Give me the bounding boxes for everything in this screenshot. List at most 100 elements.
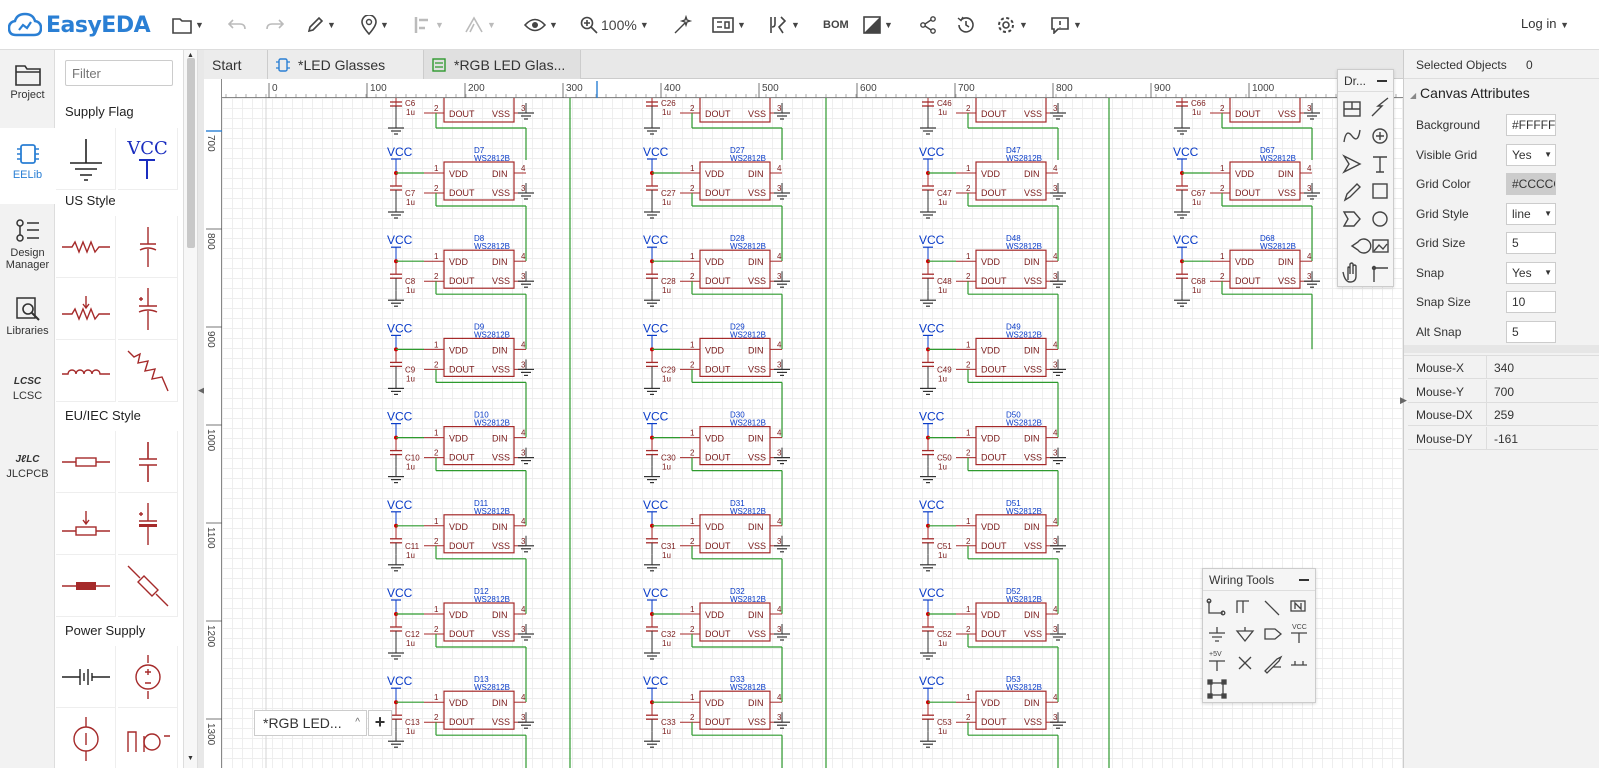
theme-menu-button[interactable]: ▼: [863, 12, 893, 38]
capacitor-value: 1u: [406, 108, 415, 117]
polarized-capacitor-eu-symbol[interactable]: [118, 493, 178, 555]
capacitor-designator: C8: [405, 277, 416, 286]
library-scrollbar[interactable]: ▲ ▼: [184, 50, 198, 768]
rail-item-design-manager[interactable]: Design Manager: [0, 218, 55, 280]
tab-led-glasses[interactable]: *LED Glasses: [268, 50, 424, 79]
edit-menu-button[interactable]: ▼: [306, 12, 336, 38]
ruler-label: 700: [958, 83, 975, 94]
bom-button[interactable]: BOM: [823, 12, 849, 38]
current-source-symbol[interactable]: [56, 708, 116, 768]
add-sheet-button[interactable]: +: [368, 710, 392, 736]
resistor-us-symbol[interactable]: [56, 216, 116, 278]
ac-source-symbol[interactable]: [118, 708, 178, 768]
help-menu-button[interactable]: ▼: [1050, 12, 1082, 38]
tab-rgb-led-glasses[interactable]: *RGB LED Glas...: [424, 50, 581, 79]
design-check-button[interactable]: [673, 12, 693, 38]
library-filter-input[interactable]: [65, 60, 173, 86]
layout-menu-button[interactable]: ▼: [712, 12, 746, 38]
potentiometer-eu-symbol[interactable]: [56, 493, 116, 555]
minimize-icon[interactable]: [1377, 80, 1387, 82]
led-part-number: WS2812B: [474, 154, 510, 163]
wiring-tools-grid[interactable]: +5V VCC: [1203, 591, 1317, 703]
view-menu-button[interactable]: ▼: [524, 12, 558, 38]
pin-number: 4: [521, 252, 526, 261]
pin-number: 3: [1307, 184, 1312, 193]
attr-value-field[interactable]: 10: [1506, 291, 1556, 313]
tools-menu-button[interactable]: ▼: [768, 12, 800, 38]
thermistor-us-symbol[interactable]: [118, 340, 178, 402]
battery-symbol[interactable]: [56, 646, 116, 708]
canvas-origin-icon: [1373, 267, 1388, 282]
ruler-label: 1300: [205, 723, 216, 746]
inductor-us-symbol[interactable]: [56, 340, 116, 402]
scroll-down-icon[interactable]: ▼: [187, 755, 194, 762]
place-menu-button[interactable]: ▼: [361, 12, 389, 38]
eelib-library-panel: Supply Flag VCC US Style EU/IEC Style: [56, 50, 184, 768]
polarized-capacitor-us-symbol[interactable]: [118, 278, 178, 340]
zoom-in-icon: [580, 16, 598, 34]
attr-value-field[interactable]: 5: [1506, 232, 1556, 254]
capacitor-designator: C28: [661, 277, 676, 286]
rail-item-jlcpcb[interactable]: JℓLC JLCPCB: [0, 454, 55, 494]
attr-value-field[interactable]: Yes ▼: [1506, 261, 1556, 284]
pin-number: 2: [434, 713, 439, 722]
rail-item-project[interactable]: Project: [0, 64, 55, 126]
ground-symbol[interactable]: [56, 128, 116, 190]
pin-dout: DOUT: [981, 364, 1007, 374]
scroll-up-icon[interactable]: ▲: [187, 52, 194, 59]
login-button[interactable]: Log in ▼: [1521, 16, 1569, 31]
undo-button[interactable]: [228, 12, 246, 38]
pin-number: 1: [966, 605, 971, 614]
settings-menu-button[interactable]: ▼: [996, 12, 1028, 38]
sheet-tab-rgb-led[interactable]: *RGB LED... ^: [254, 710, 367, 736]
attr-value-field[interactable]: Yes ▼: [1506, 143, 1556, 166]
fuse-symbol[interactable]: [56, 555, 116, 617]
pin-number: 3: [1053, 272, 1058, 281]
redo-button[interactable]: [266, 12, 284, 38]
align-menu-button[interactable]: ▼: [414, 12, 444, 38]
pin-number: 3: [777, 449, 782, 458]
voltage-source-symbol[interactable]: [118, 646, 178, 708]
vcc-net-label: VCC: [387, 410, 413, 424]
minimize-icon[interactable]: [1299, 579, 1309, 581]
route-menu-button[interactable]: ▼: [464, 12, 496, 38]
pin-vdd: VDD: [705, 522, 725, 532]
capacitor-value: 1u: [406, 551, 415, 560]
zoom-menu-button[interactable]: 100% ▼: [580, 12, 649, 38]
rail-item-eelib[interactable]: EELib: [0, 128, 55, 204]
capacitor-us-symbol[interactable]: [118, 216, 178, 278]
pin-vdd: VDD: [981, 434, 1001, 444]
attr-value-field[interactable]: #FFFFFF: [1506, 114, 1556, 136]
diagonal-resistor-symbol[interactable]: [118, 555, 178, 617]
attr-value-field[interactable]: #CCCCCC: [1506, 173, 1556, 195]
attr-value-field[interactable]: line ▼: [1506, 202, 1556, 225]
vcc-symbol[interactable]: VCC: [118, 128, 178, 190]
rail-item-libraries[interactable]: Libraries: [0, 296, 55, 346]
vertical-ruler: 700 800 900 1000 1100 1200 1300: [204, 79, 222, 768]
vcc-net-label: VCC: [387, 321, 413, 335]
potentiometer-us-symbol[interactable]: [56, 278, 116, 340]
easyeda-logo[interactable]: EasyEDA: [8, 8, 151, 42]
drawing-tools-grid[interactable]: [1338, 92, 1395, 286]
collapse-right-icon[interactable]: ▶: [1400, 395, 1407, 406]
share-button[interactable]: [919, 12, 937, 38]
mouse-label: Mouse-DX: [1416, 408, 1473, 422]
library-scroll-thumb[interactable]: [187, 58, 195, 248]
pin-din: DIN: [1024, 169, 1040, 179]
rail-item-lcsc[interactable]: LCSC LCSC: [0, 376, 55, 416]
canvas-attributes-header[interactable]: ◢ Canvas Attributes: [1410, 85, 1530, 101]
pin-number: 3: [521, 449, 526, 458]
file-menu-button[interactable]: ▼: [172, 12, 204, 38]
capacitor-eu-symbol[interactable]: [118, 431, 178, 493]
tab-start[interactable]: Start: [204, 50, 268, 79]
resistor-eu-symbol[interactable]: [56, 431, 116, 493]
attr-value-field[interactable]: 5: [1506, 320, 1556, 343]
history-button[interactable]: [956, 12, 976, 38]
pin-number: 2: [690, 537, 695, 546]
pin-dout: DOUT: [449, 188, 475, 198]
pin-number: 4: [1307, 164, 1312, 173]
current-source-icon: [72, 716, 99, 761]
pin-vss: VSS: [1278, 276, 1296, 286]
chevron-up-icon[interactable]: ^: [355, 711, 360, 735]
wire-icon: [1208, 601, 1223, 614]
